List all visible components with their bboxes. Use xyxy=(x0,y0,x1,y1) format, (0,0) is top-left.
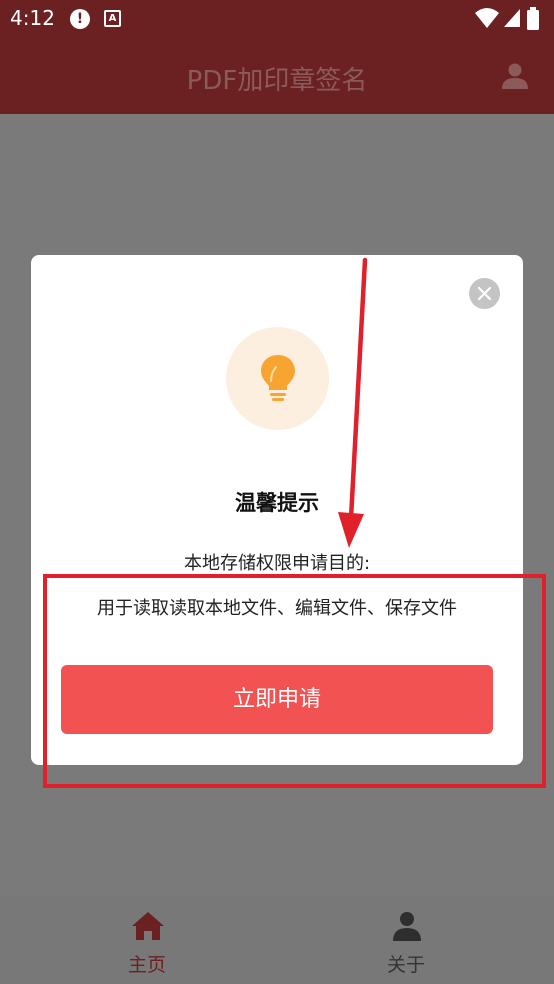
home-icon xyxy=(132,912,164,940)
tab-about[interactable]: 关于 xyxy=(346,896,466,984)
close-icon xyxy=(477,286,492,301)
lightbulb-badge xyxy=(226,327,329,430)
dialog-title: 温馨提示 xyxy=(235,491,319,515)
wifi-icon xyxy=(475,8,499,28)
close-button[interactable] xyxy=(469,278,500,309)
status-bar: 4:12 ! A xyxy=(0,0,554,38)
tab-home[interactable]: 主页 xyxy=(87,896,207,984)
dialog-subtitle: 本地存储权限申请目的: xyxy=(183,553,371,574)
status-time: 4:12 xyxy=(10,6,55,30)
battery-icon xyxy=(527,7,539,30)
annotation-highlight-box xyxy=(43,574,546,788)
lightbulb-icon xyxy=(261,355,295,401)
tab-home-label: 主页 xyxy=(127,954,166,976)
bottom-tab-bar: 主页 关于 xyxy=(0,896,554,984)
alert-icon: ! xyxy=(70,9,90,29)
cell-signal-icon xyxy=(504,9,520,27)
accessibility-icon: A xyxy=(104,10,121,27)
person-icon xyxy=(393,912,421,941)
user-icon[interactable] xyxy=(501,62,529,90)
tab-about-label: 关于 xyxy=(386,954,425,976)
page-title: PDF加印章签名 xyxy=(186,66,368,96)
app-bar: PDF加印章签名 xyxy=(0,38,554,114)
